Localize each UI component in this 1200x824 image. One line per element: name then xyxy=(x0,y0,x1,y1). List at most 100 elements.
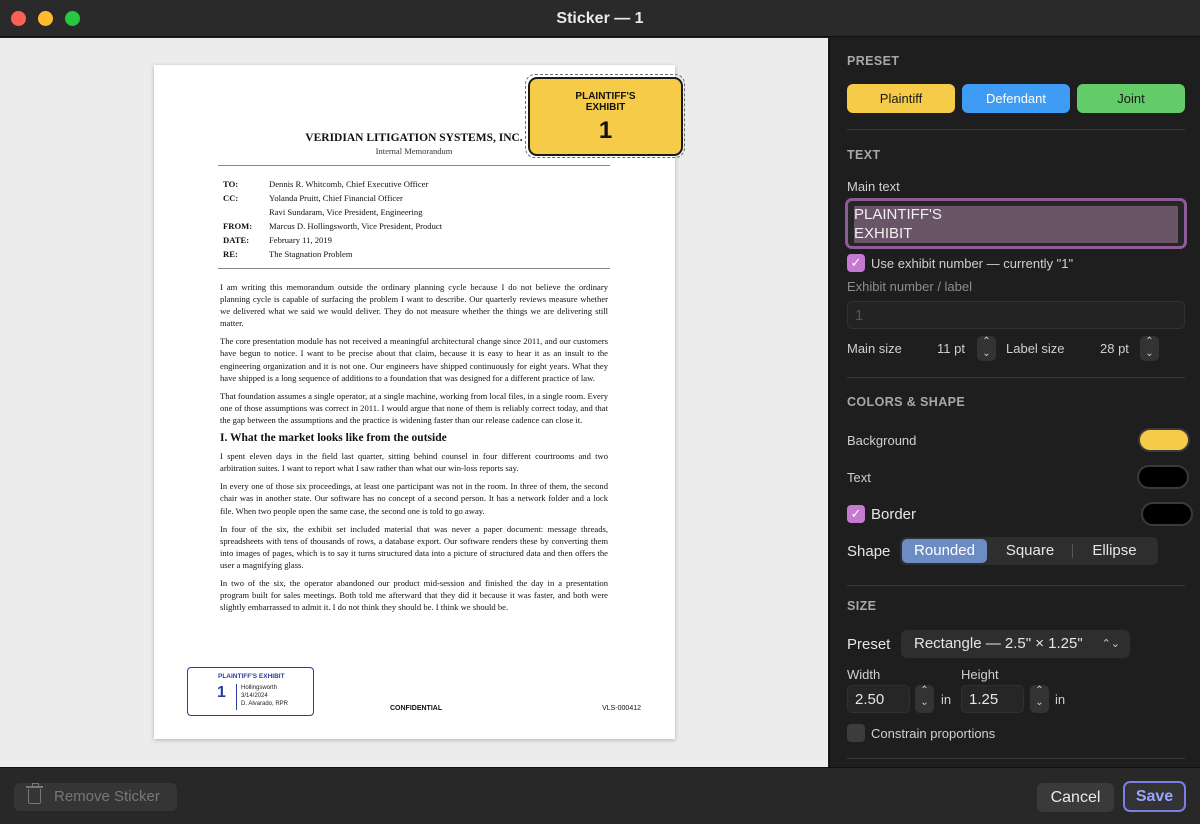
body-paragraph: In four of the six, the exhibit set incl… xyxy=(220,523,608,570)
height-stepper[interactable]: ⌃ ⌄ xyxy=(1030,685,1049,713)
remove-sticker-label: Remove Sticker xyxy=(54,788,160,805)
memo-row: RE: The Stagnation Problem xyxy=(223,247,442,261)
shape-square[interactable]: Square xyxy=(988,539,1072,563)
exhibit-number-field[interactable]: 1 xyxy=(847,301,1185,329)
height-field[interactable]: 1.25 xyxy=(961,685,1024,713)
chevron-up-down-icon: ⌃⌄ xyxy=(1101,638,1120,650)
shape-rounded[interactable]: Rounded xyxy=(902,539,987,563)
main-size-label: Main size xyxy=(847,341,902,356)
section-heading: I. What the market looks like from the o… xyxy=(220,432,447,445)
label-size-value: 28 pt xyxy=(1100,341,1129,356)
size-preset-value: Rectangle — 2.5" × 1.25" xyxy=(914,635,1083,652)
main-text-label: Main text xyxy=(847,179,900,194)
main-size-stepper[interactable]: ⌃ ⌄ xyxy=(977,336,996,361)
background-label: Background xyxy=(847,433,917,448)
section-divider xyxy=(847,758,1185,759)
defendant-preset-button[interactable]: Defendant xyxy=(962,84,1070,113)
stamp-date: 3/14/2024 xyxy=(241,693,268,699)
memo-value: Ravi Sundaram, Vice President, Engineeri… xyxy=(269,207,423,218)
body-paragraph: I spent eleven days in the field last qu… xyxy=(220,451,608,474)
section-divider xyxy=(847,377,1185,378)
border-color-well[interactable] xyxy=(1141,502,1193,526)
body-paragraph: The core presentation module has not rec… xyxy=(220,336,608,383)
body-rule xyxy=(218,268,610,269)
stamp-details: Hollingsworth 3/14/2024 D. Alvarado, RPR xyxy=(241,684,288,708)
size-preset-label: Preset xyxy=(847,636,891,653)
width-unit: in xyxy=(941,692,952,707)
chevron-down-icon[interactable]: ⌄ xyxy=(1030,697,1049,709)
stamp-title: PLAINTIFF'S EXHIBIT xyxy=(218,673,285,680)
memo-row: TO: Dennis R. Whitcomb, Chief Executive O… xyxy=(223,177,442,191)
exhibit-number-label: Exhibit number / label xyxy=(847,279,973,294)
save-button[interactable]: Save xyxy=(1123,781,1186,812)
stamp-reporter: D. Alvarado, RPR xyxy=(241,701,289,707)
chevron-up-icon[interactable]: ⌃ xyxy=(1140,336,1159,348)
preset-heading: PRESET xyxy=(847,54,900,68)
chevron-down-icon[interactable]: ⌄ xyxy=(915,697,934,709)
footer-confidential: CONFIDENTIAL xyxy=(390,705,443,712)
body-paragraph: In two of the six, the operator abandone… xyxy=(220,577,608,613)
chevron-up-icon[interactable]: ⌃ xyxy=(915,685,934,697)
document-page: VERIDIAN LITIGATION SYSTEMS, INC. Intern… xyxy=(154,65,675,739)
title-bar: Sticker — 1 xyxy=(0,0,1200,37)
exhibit-sticker[interactable]: PLAINTIFF'S EXHIBIT 1 xyxy=(528,77,683,156)
memo-row: DATE: February 11, 2019 xyxy=(223,233,442,247)
section-divider xyxy=(847,129,1185,130)
stamp-witness: Hollingsworth xyxy=(241,685,278,691)
border-checkbox[interactable]: ✓ xyxy=(847,505,865,523)
footer-bates-id: VLS-000412 xyxy=(602,705,641,712)
shape-label: Shape xyxy=(847,543,891,560)
joint-preset-button[interactable]: Joint xyxy=(1077,84,1185,113)
main-size-value: 11 pt xyxy=(937,341,965,356)
cancel-button[interactable]: Cancel xyxy=(1037,783,1114,812)
chevron-down-icon[interactable]: ⌄ xyxy=(1140,348,1159,360)
body-paragraph: That foundation assumes a single operato… xyxy=(220,390,608,425)
chevron-up-icon[interactable]: ⌃ xyxy=(1030,685,1049,697)
width-field[interactable]: 2.50 xyxy=(847,685,910,713)
existing-exhibit-stamp: PLAINTIFF'S EXHIBIT 1 Hollingsworth 3/14… xyxy=(187,667,314,716)
memo-row: Ravi Sundaram, Vice President, Engineeri… xyxy=(223,205,442,219)
trash-icon xyxy=(26,783,43,804)
body-paragraph: In every one of those six proceedings, a… xyxy=(220,481,608,516)
memo-body: I am writing this memorandum outside the… xyxy=(220,281,608,619)
window-title: Sticker — 1 xyxy=(556,10,644,27)
remove-sticker-button[interactable]: Remove Sticker xyxy=(14,783,177,811)
use-exhibit-number-checkbox[interactable]: ✓ xyxy=(847,254,865,272)
text-color-label: Text xyxy=(847,470,871,485)
bottom-bar: Remove Sticker Cancel Save xyxy=(0,767,1200,824)
chevron-up-icon[interactable]: ⌃ xyxy=(977,336,996,348)
stamp-number: 1 xyxy=(217,684,226,701)
memo-label: CC: xyxy=(223,193,239,204)
constrain-proportions-checkbox[interactable] xyxy=(847,724,865,742)
sticker-window: Sticker — 1 VERIDIAN LITIGATION SYSTEMS,… xyxy=(0,0,1200,824)
memo-value: Marcus D. Hollingsworth, Vice President,… xyxy=(269,221,443,232)
width-stepper[interactable]: ⌃ ⌄ xyxy=(915,685,934,713)
colors-shape-heading: COLORS & SHAPE xyxy=(847,395,966,409)
body-paragraph: I am writing this memorandum outside the… xyxy=(220,282,608,329)
label-size-label: Label size xyxy=(1006,341,1065,356)
sticker-number: 1 xyxy=(598,117,613,144)
plaintiff-preset-button[interactable]: Plaintiff xyxy=(847,84,955,113)
height-unit: in xyxy=(1055,692,1066,707)
memo-label: FROM: xyxy=(223,221,253,232)
memo-label: DATE: xyxy=(223,235,250,246)
main-text-field[interactable]: PLAINTIFF'S EXHIBIT xyxy=(845,198,1187,249)
memo-label: TO: xyxy=(223,179,239,189)
chevron-down-icon[interactable]: ⌄ xyxy=(977,348,996,360)
background-color-well[interactable] xyxy=(1138,428,1190,452)
text-heading: TEXT xyxy=(847,148,881,162)
memo-value: Yolanda Pruitt, Chief Financial Officer xyxy=(269,193,403,204)
main-text-value: PLAINTIFF'S EXHIBIT xyxy=(854,206,1178,243)
memo-label xyxy=(223,205,269,219)
size-preset-popup[interactable]: Rectangle — 2.5" × 1.25" ⌃⌄ xyxy=(901,630,1130,658)
memo-value: Dennis R. Whitcomb, Chief Executive Offi… xyxy=(269,179,429,189)
text-color-well[interactable] xyxy=(1137,465,1189,489)
label-size-stepper[interactable]: ⌃ ⌄ xyxy=(1140,336,1159,361)
section-divider xyxy=(847,585,1185,586)
border-label: Border xyxy=(871,506,917,523)
use-exhibit-number-label: Use exhibit number — currently "1" xyxy=(871,256,1074,271)
shape-ellipse[interactable]: Ellipse xyxy=(1073,539,1156,563)
sticker-main-text: PLAINTIFF'S EXHIBIT xyxy=(575,91,636,113)
shape-segmented-control: Rounded Square Ellipse xyxy=(900,537,1158,565)
width-label: Width xyxy=(847,667,881,682)
